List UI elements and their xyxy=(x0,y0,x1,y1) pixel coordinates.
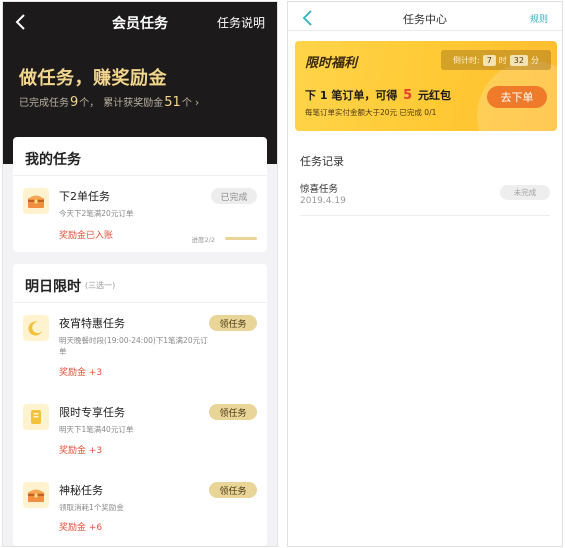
completed-prefix: 已完成任务 xyxy=(19,98,69,109)
task-name: 夜宵特惠任务 xyxy=(59,317,125,330)
my-tasks-card: 我的任务 下2单任务 今天下2笔满20元订单 奖励金已入账 已完成 进度2/2 xyxy=(13,137,267,252)
offer-suffix: 元红包 xyxy=(418,89,452,102)
task-item: 神秘任务 领取消耗1个奖励金 奖励金 +6 领任务 xyxy=(23,482,257,534)
task-name: 限时专享任务 xyxy=(59,406,125,419)
tomorrow-title: 明日限时 xyxy=(25,279,81,295)
task-records-title: 任务记录 xyxy=(300,155,344,168)
progress-fill xyxy=(225,237,257,240)
progress-bar xyxy=(225,237,257,240)
status-badge: 已完成 xyxy=(211,188,257,204)
reward-total: 51 xyxy=(164,95,181,110)
limited-offer-banner: 限时福利 倒计时: 7 时 32 分 下 1 笔订单，可得 5 元红包 每笔订单… xyxy=(295,41,557,131)
task-item: 夜宵特惠任务 明天晚餐时段(19:00-24:00)下1笔满20元订单 奖励金 … xyxy=(23,315,257,381)
coupon-icon xyxy=(23,404,49,430)
task-desc: 今天下2笔满20元订单 xyxy=(59,209,134,218)
task-reward: 奖励金 +3 xyxy=(59,446,103,456)
countdown-label: 倒计时: xyxy=(453,55,480,65)
header-divider xyxy=(288,30,562,31)
countdown-hours: 7 xyxy=(482,54,496,66)
reward-unit: 个 xyxy=(181,98,192,109)
divider xyxy=(13,175,267,176)
take-task-button[interactable]: 领任务 xyxy=(209,482,257,498)
my-tasks-title: 我的任务 xyxy=(25,152,81,168)
minutes-unit: 分 xyxy=(530,55,539,65)
progress-label: 进度2/2 xyxy=(191,236,215,244)
task-center-screen: 任务中心 规则 限时福利 倒计时: 7 时 32 分 下 1 笔订单，可得 5 … xyxy=(287,1,563,547)
completed-unit: 个， xyxy=(79,98,100,109)
tomorrow-tasks-card: 明日限时 (三选一) 夜宵特惠任务 明天晚餐时段(19:00-24:00)下1笔… xyxy=(13,264,267,546)
choose-one-note: (三选一) xyxy=(85,281,116,290)
task-name: 下2单任务 xyxy=(59,190,110,203)
record-name: 惊喜任务 xyxy=(300,184,339,195)
treasure-chest-icon xyxy=(23,188,49,214)
hours-unit: 时 xyxy=(498,55,507,65)
task-help-link[interactable]: 任务说明 xyxy=(217,14,265,31)
task-reward: 奖励金 +6 xyxy=(59,523,103,533)
offer-condition: 每笔订单实付金额大于20元 已完成 0/1 xyxy=(305,108,437,117)
take-task-button[interactable]: 领任务 xyxy=(209,315,257,331)
countdown-timer: 倒计时: 7 时 32 分 xyxy=(441,50,551,70)
place-order-button[interactable]: 去下单 xyxy=(487,86,547,108)
task-desc: 领取消耗1个奖励金 xyxy=(59,503,124,512)
task-item: 下2单任务 今天下2笔满20元订单 奖励金已入账 已完成 进度2/2 xyxy=(23,188,257,244)
page-title: 任务中心 xyxy=(403,13,447,26)
task-reward: 奖励金已入账 xyxy=(59,231,114,241)
task-desc: 明天下1笔满40元订单 xyxy=(59,425,134,434)
offer-amount: 5 xyxy=(403,88,413,103)
record-date: 2019.4.19 xyxy=(300,196,346,206)
task-name: 神秘任务 xyxy=(59,484,103,497)
offer-prefix: 下 1 笔订单，可得 xyxy=(305,89,398,102)
treasure-chest-icon xyxy=(23,482,49,508)
status-badge: 未完成 xyxy=(500,185,550,200)
take-task-button[interactable]: 领任务 xyxy=(209,404,257,420)
countdown-minutes: 32 xyxy=(509,54,528,66)
chevron-right-icon: › xyxy=(194,96,200,109)
task-reward: 奖励金 +3 xyxy=(59,368,103,378)
moon-icon xyxy=(23,315,49,341)
task-desc: 明天晚餐时段(19:00-24:00)下1笔满20元订单 xyxy=(59,336,208,356)
rules-link[interactable]: 规则 xyxy=(530,12,548,25)
reward-prefix: 累计获奖励金 xyxy=(103,98,164,109)
offer-description: 下 1 笔订单，可得 5 元红包 xyxy=(305,87,451,103)
divider xyxy=(13,302,267,303)
task-item: 限时专享任务 明天下1笔满40元订单 奖励金 +3 领任务 xyxy=(23,404,257,456)
completed-count: 9 xyxy=(70,95,79,110)
task-stats-link[interactable]: 已完成任务 9 个， 累计获奖励金 51 个 › xyxy=(19,94,199,110)
record-divider xyxy=(300,215,550,216)
hero-headline: 做任务，赚奖励金 xyxy=(19,68,167,89)
member-tasks-screen: 会员任务 任务说明 做任务，赚奖励金 已完成任务 9 个， 累计获奖励金 51 … xyxy=(2,1,278,547)
offer-title: 限时福利 xyxy=(305,56,358,71)
